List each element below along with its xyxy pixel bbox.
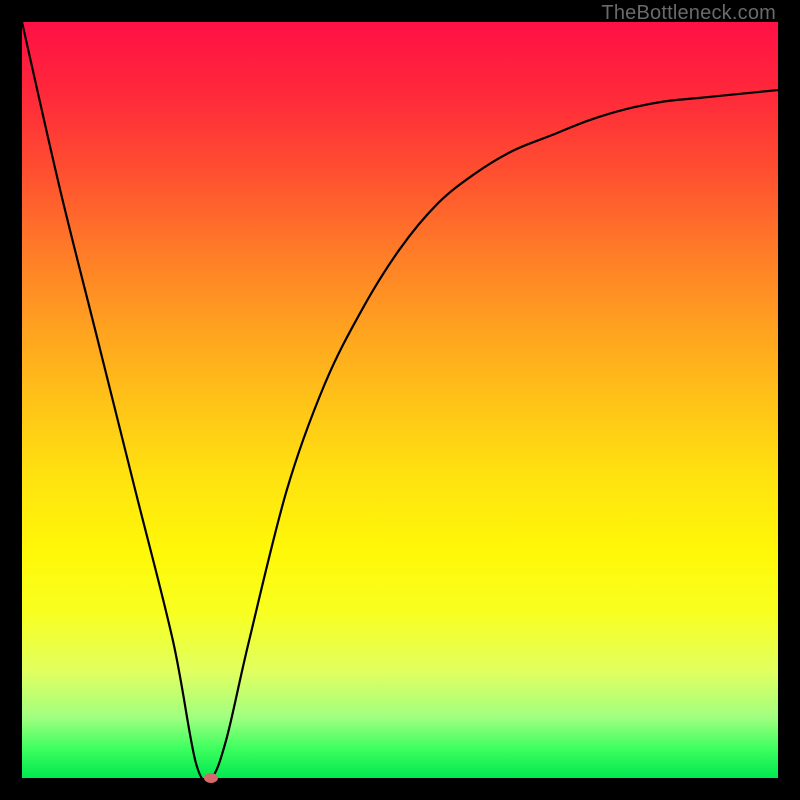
minimum-marker bbox=[204, 773, 218, 783]
plot-area bbox=[22, 22, 778, 778]
bottleneck-curve bbox=[22, 22, 778, 778]
watermark-text: TheBottleneck.com bbox=[601, 2, 776, 25]
chart-frame: TheBottleneck.com bbox=[0, 0, 800, 800]
